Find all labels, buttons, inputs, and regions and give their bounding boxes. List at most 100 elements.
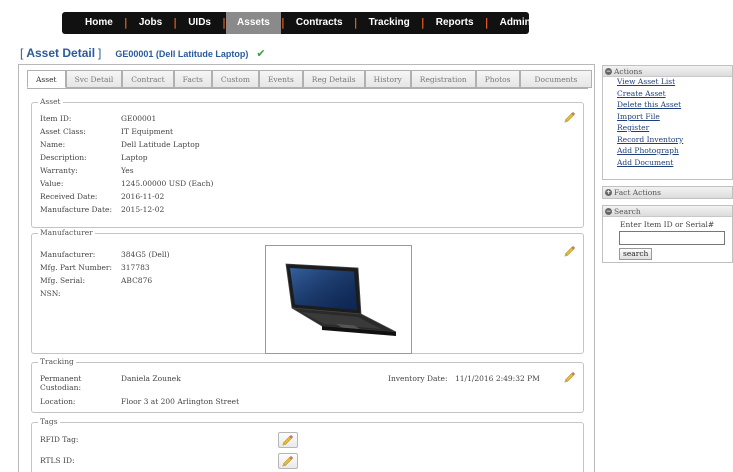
manufacturer-legend: Manufacturer [38, 228, 95, 237]
edit-rfid-button[interactable] [278, 432, 298, 448]
search-input[interactable] [619, 231, 725, 245]
field-value: Floor 3 at 200 Arlington Street [121, 397, 240, 406]
field-label: Location: [40, 397, 76, 406]
page-title-row: [ Asset Detail ] GE00001 (Dell Latitude … [20, 46, 266, 60]
fact-actions-title: Fact Actions [614, 188, 661, 197]
title-bracket-open: [ [20, 46, 24, 60]
field-label: Description: [40, 153, 87, 162]
action-delete-asset[interactable]: Delete this Asset [617, 99, 732, 111]
tab-documents[interactable]: Documents [519, 70, 593, 88]
field-value: 1245.00000 USD (Each) [121, 179, 214, 188]
page-subtitle: GE00001 (Dell Latitude Laptop) [115, 49, 249, 59]
tracking-legend: Tracking [38, 357, 76, 366]
tab-asset[interactable]: Asset [27, 70, 66, 88]
tab-history[interactable]: History [364, 70, 411, 88]
nav-jobs[interactable]: Jobs [128, 12, 173, 34]
inventory-value: 11/1/2016 2:49:32 PM [455, 374, 540, 383]
field-label: Custodian: [40, 383, 81, 392]
tab-contract[interactable]: Contract [122, 70, 174, 88]
tab-divider [27, 88, 588, 89]
action-record-inventory[interactable]: Record Inventory [617, 134, 732, 146]
field-label: Name: [40, 140, 66, 149]
field-label: Item ID: [40, 114, 72, 123]
field-label: RTLS ID: [40, 456, 75, 465]
nav-contracts[interactable]: Contracts [285, 12, 354, 34]
field-label: RFID Tag: [40, 435, 79, 444]
tab-facts[interactable]: Facts [173, 70, 212, 88]
edit-tracking-pencil-icon[interactable] [563, 370, 577, 384]
check-icon: ✔ [256, 47, 266, 60]
action-view-asset-list[interactable]: View Asset List [617, 76, 732, 88]
field-value: ABC876 [121, 276, 153, 285]
field-label: Asset Class: [40, 127, 86, 136]
edit-manufacturer-pencil-icon[interactable] [563, 244, 577, 258]
collapse-icon: − [605, 207, 612, 215]
action-import-file[interactable]: Import File [617, 111, 732, 123]
page-title: Asset Detail [26, 46, 96, 60]
search-title: Search [614, 206, 641, 216]
asset-legend: Asset [38, 97, 63, 106]
tags-legend: Tags [38, 417, 60, 426]
field-value: Yes [121, 166, 134, 175]
field-value: Dell Latitude Laptop [121, 140, 200, 149]
field-label: Received Date: [40, 192, 98, 201]
title-bracket-close: ] [98, 46, 102, 60]
field-value: Laptop [121, 153, 148, 162]
expand-icon: + [605, 189, 612, 196]
actions-title: Actions [614, 66, 643, 76]
edit-asset-pencil-icon[interactable] [563, 110, 577, 124]
field-value: IT Equipment [121, 127, 174, 136]
action-register[interactable]: Register [617, 122, 732, 134]
field-label: Mfg. Serial: [40, 276, 85, 285]
nav-admin[interactable]: Admin [489, 12, 542, 34]
search-button[interactable]: search [619, 248, 653, 260]
field-value: Daniela Zounek [121, 374, 181, 383]
fact-actions-panel: + Fact Actions [602, 186, 733, 199]
field-value: 384G5 (Dell) [121, 250, 170, 259]
pencil-icon [282, 434, 294, 446]
tab-photos[interactable]: Photos [475, 70, 520, 88]
search-panel: − Search Enter Item ID or Serial# search [602, 205, 733, 263]
field-label: Manufacturer: [40, 250, 96, 259]
field-value: 2015-12-02 [121, 205, 165, 214]
manufacturer-section: Manufacturer Manufacturer: 384G5 (Dell) … [31, 228, 584, 354]
tab-reg-details[interactable]: Reg Details [302, 70, 365, 88]
action-create-asset[interactable]: Create Asset [617, 88, 732, 100]
tracking-section: Tracking Permanent Daniela Zounek Custod… [31, 357, 584, 413]
field-label: Warranty: [40, 166, 78, 175]
field-value: 317783 [121, 263, 150, 272]
asset-detail-panel: Asset Svc Detail Contract Facts Custom E… [18, 64, 595, 472]
tab-registration[interactable]: Registration [410, 70, 476, 88]
field-label: Mfg. Part Number: [40, 263, 113, 272]
edit-rtls-button[interactable] [278, 453, 298, 469]
asset-photo [265, 245, 412, 354]
search-header[interactable]: − Search [603, 206, 732, 217]
field-label: Manufacture Date: [40, 205, 112, 214]
tab-events[interactable]: Events [258, 70, 303, 88]
tab-bar: Asset Svc Detail Contract Facts Custom E… [27, 70, 593, 88]
laptop-image-icon [285, 263, 397, 336]
tags-section: Tags RFID Tag: RTLS ID: [31, 417, 584, 472]
field-label: Permanent [40, 374, 82, 383]
inventory-label: Inventory Date: [388, 374, 448, 383]
nav-home[interactable]: Home [74, 12, 124, 34]
field-value: GE00001 [121, 114, 157, 123]
nav-assets[interactable]: Assets [226, 12, 281, 34]
actions-panel: − Actions View Asset List Create Asset D… [602, 65, 733, 180]
nav-uids[interactable]: UIDs [177, 12, 222, 34]
collapse-icon: − [605, 67, 612, 75]
main-nav: Home | Jobs | UIDs | Assets | Contracts … [62, 12, 531, 34]
tab-svc-detail[interactable]: Svc Detail [65, 70, 123, 88]
fact-actions-header[interactable]: + Fact Actions [603, 187, 732, 198]
pencil-icon [282, 455, 294, 467]
nav-reports[interactable]: Reports [425, 12, 485, 34]
search-label: Enter Item ID or Serial# [620, 220, 715, 229]
asset-section: Asset Item ID: GE00001 Asset Class: IT E… [31, 97, 584, 228]
field-value: 2016-11-02 [121, 192, 165, 201]
nav-tracking[interactable]: Tracking [358, 12, 421, 34]
field-label: NSN: [40, 289, 61, 298]
action-add-photograph[interactable]: Add Photograph [617, 145, 732, 157]
action-add-document[interactable]: Add Document [617, 157, 732, 169]
tab-custom[interactable]: Custom [211, 70, 259, 88]
field-label: Value: [40, 179, 64, 188]
